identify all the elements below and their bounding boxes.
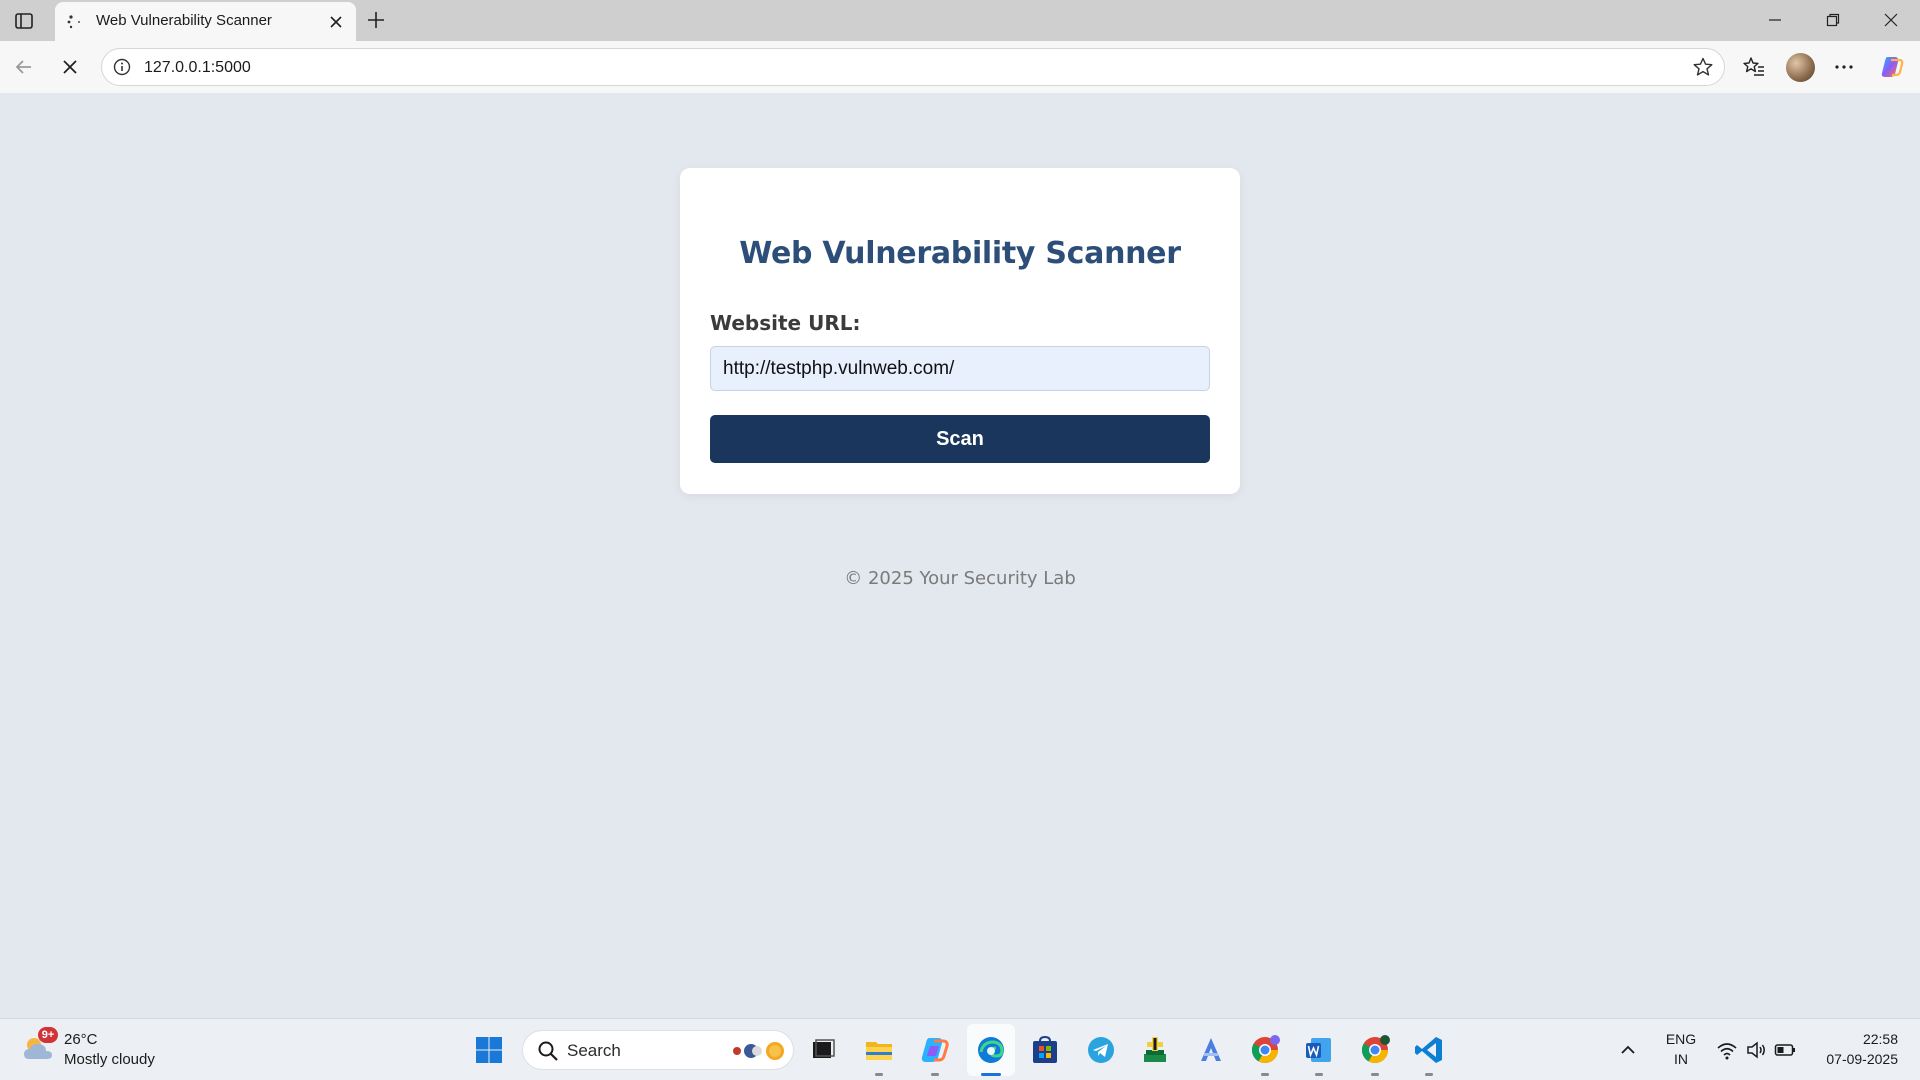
telegram-icon[interactable]: [1085, 1034, 1117, 1066]
page-title: Web Vulnerability Scanner: [739, 236, 1181, 271]
taskbar-search[interactable]: Search: [522, 1030, 794, 1070]
restore-icon[interactable]: [1821, 8, 1845, 32]
site-info-icon[interactable]: [112, 57, 132, 77]
tab-title: Web Vulnerability Scanner: [96, 12, 272, 29]
new-tab-icon[interactable]: [364, 8, 388, 32]
scan-button[interactable]: Scan: [710, 415, 1210, 463]
weather-temp: 26°C: [64, 1031, 98, 1048]
website-url-label: Website URL:: [710, 311, 861, 335]
word-icon[interactable]: [1303, 1034, 1335, 1066]
website-url-input[interactable]: [710, 346, 1210, 391]
chrome-icon[interactable]: [1249, 1034, 1281, 1066]
running-indicator: [875, 1073, 883, 1076]
loading-spinner-icon: [67, 15, 80, 29]
file-explorer-icon[interactable]: [863, 1034, 895, 1066]
vs-code-icon[interactable]: [1413, 1034, 1445, 1066]
tab-strip: Web Vulnerability Scanner: [0, 0, 1920, 41]
input-language[interactable]: ENG: [1663, 1031, 1699, 1047]
chrome-icon[interactable]: [1359, 1034, 1391, 1066]
browser-tab[interactable]: Web Vulnerability Scanner: [55, 2, 356, 41]
battery-icon[interactable]: [1774, 1038, 1796, 1062]
volume-icon[interactable]: [1745, 1038, 1767, 1062]
copilot-icon[interactable]: [1879, 54, 1905, 80]
sidebar-toggle-icon[interactable]: [12, 9, 36, 33]
input-region[interactable]: IN: [1663, 1051, 1699, 1067]
address-url: 127.0.0.1:5000: [144, 59, 251, 76]
microsoft-store-icon[interactable]: [1029, 1034, 1061, 1066]
taskbar: 9+ 26°C Mostly cloudy Search ENG IN 22:5…: [0, 1018, 1920, 1080]
running-indicator: [1425, 1073, 1433, 1076]
footer-copyright: © 2025 Your Security Lab: [844, 568, 1076, 589]
running-indicator: [931, 1073, 939, 1076]
app-a-icon[interactable]: [1195, 1034, 1227, 1066]
search-icon: [538, 1041, 558, 1061]
running-indicator: [1371, 1073, 1379, 1076]
page-viewport: Web Vulnerability Scanner Website URL: S…: [4, 93, 1916, 1018]
task-view-icon[interactable]: [807, 1034, 839, 1066]
close-window-icon[interactable]: [1879, 8, 1903, 32]
address-bar[interactable]: 127.0.0.1:5000: [101, 48, 1725, 86]
favorites-icon[interactable]: [1741, 54, 1767, 80]
chevron-up-icon[interactable]: [1617, 1034, 1639, 1066]
search-label: Search: [567, 1041, 621, 1060]
weather-badge: 9+: [38, 1027, 58, 1043]
app-icon[interactable]: [1139, 1034, 1171, 1066]
weather-desc: Mostly cloudy: [64, 1051, 155, 1068]
running-indicator: [1261, 1073, 1269, 1076]
clock-time[interactable]: 22:58: [1816, 1031, 1898, 1047]
stop-loading-icon[interactable]: [57, 54, 83, 80]
back-arrow-icon[interactable]: [11, 54, 37, 80]
more-options-icon[interactable]: [1831, 54, 1857, 80]
search-highlight-icon: [733, 1042, 784, 1060]
profile-avatar[interactable]: [1786, 53, 1815, 82]
active-indicator: [981, 1073, 1001, 1076]
running-indicator: [1315, 1073, 1323, 1076]
minimize-icon[interactable]: [1763, 8, 1787, 32]
browser-toolbar: 127.0.0.1:5000: [0, 41, 1920, 93]
tab-close-icon[interactable]: [326, 12, 346, 32]
scanner-card: Web Vulnerability Scanner Website URL: S…: [680, 168, 1240, 494]
windows-start-icon[interactable]: [473, 1034, 505, 1066]
clock-date[interactable]: 07-09-2025: [1806, 1051, 1898, 1067]
copilot-app-icon[interactable]: [919, 1034, 951, 1066]
edge-icon[interactable]: [975, 1034, 1007, 1066]
wifi-icon[interactable]: [1716, 1038, 1738, 1062]
favorite-star-icon[interactable]: [1692, 56, 1714, 78]
